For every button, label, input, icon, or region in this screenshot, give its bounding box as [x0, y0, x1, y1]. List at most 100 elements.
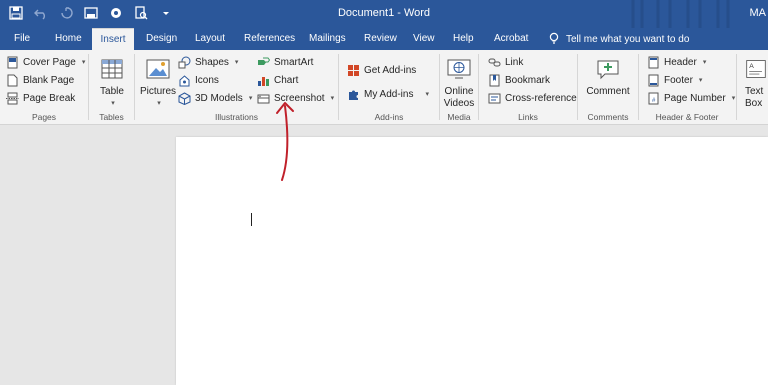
bookmark-button[interactable]: Bookmark	[488, 72, 550, 88]
text-box-label-line2: Box	[745, 98, 763, 109]
annotation-arrow	[276, 102, 294, 181]
screenshot-icon	[257, 92, 270, 105]
my-addins-label: My Add-ins	[364, 88, 414, 100]
tab-home[interactable]: Home	[55, 28, 82, 50]
bookmark-icon	[488, 74, 501, 87]
ribbon-insert: Cover Page ▾ Blank Page Page Break Pages …	[0, 50, 768, 125]
shapes-label: Shapes	[195, 56, 229, 68]
group-label-comments: Comments	[587, 112, 629, 122]
tab-mailings[interactable]: Mailings	[309, 28, 346, 50]
footer-label: Footer	[664, 74, 693, 86]
comment-icon	[595, 56, 621, 82]
tab-review[interactable]: Review	[364, 28, 397, 50]
comment-label: Comment	[586, 86, 630, 97]
get-addins-button[interactable]: Get Add-ins	[347, 62, 416, 78]
tell-me-search[interactable]: Tell me what you want to do	[548, 28, 689, 50]
title-bar-pattern	[631, 0, 730, 28]
user-initials[interactable]: MA	[750, 7, 767, 19]
group-comments: Comment Comments	[578, 52, 638, 124]
text-box-icon: A	[745, 56, 767, 82]
shapes-icon	[178, 56, 191, 69]
group-media: Online Videos Media	[440, 52, 478, 124]
chevron-down-icon: ▾	[248, 95, 253, 102]
3d-models-button[interactable]: 3D Models ▾	[178, 90, 252, 106]
footer-icon	[647, 74, 660, 87]
icons-icon	[178, 74, 191, 87]
chevron-down-icon: ▾	[698, 77, 703, 84]
group-addins: Get Add-ins My Add-ins ▾ Add-ins	[339, 52, 439, 124]
3d-models-label: 3D Models	[195, 92, 243, 104]
pictures-button[interactable]: Pictures ▾	[139, 56, 177, 110]
tab-help[interactable]: Help	[453, 28, 474, 50]
group-illustrations: Pictures ▾ Shapes ▾ Icons 3D Models ▾ Smar…	[135, 52, 338, 124]
ribbon-tabs: File Home Insert Design Layout Reference…	[0, 28, 768, 50]
my-addins-button[interactable]: My Add-ins ▾	[347, 86, 429, 102]
link-button[interactable]: Link	[488, 54, 523, 70]
tab-design[interactable]: Design	[146, 28, 177, 50]
online-videos-label-line1: Online	[444, 86, 474, 97]
chart-button[interactable]: Chart	[257, 72, 298, 88]
tab-acrobat[interactable]: Acrobat	[494, 28, 528, 50]
table-icon	[99, 56, 125, 82]
group-label-links: Links	[518, 112, 538, 122]
chevron-down-icon: ▾	[731, 95, 736, 102]
cube-icon	[178, 91, 191, 105]
lightbulb-icon	[548, 32, 560, 47]
smartart-icon	[257, 56, 270, 69]
group-label-addins: Add-ins	[374, 112, 404, 122]
chevron-down-icon: ▾	[111, 100, 115, 107]
group-links: Link Bookmark Cross-reference Links	[479, 52, 577, 124]
title-bar: Document1 - Word MA	[0, 0, 768, 28]
text-cursor	[251, 213, 252, 226]
comment-button[interactable]: Comment	[584, 56, 632, 98]
group-label-illustrations: Illustrations	[215, 112, 258, 122]
tell-me-label: Tell me what you want to do	[566, 33, 690, 45]
cover-page-label: Cover Page	[23, 56, 76, 68]
tab-insert[interactable]: Insert	[92, 28, 134, 50]
puzzle-icon	[347, 88, 360, 101]
chevron-down-icon: ▾	[157, 100, 161, 107]
cross-reference-label: Cross-reference	[505, 92, 577, 104]
page-number-label: Page Number	[664, 92, 726, 104]
document-page[interactable]	[176, 137, 768, 385]
group-label-header-footer: Header & Footer	[655, 112, 719, 122]
group-tables: Table ▾ Tables	[89, 52, 134, 124]
chevron-down-icon: ▾	[425, 91, 429, 98]
group-pages: Cover Page ▾ Blank Page Page Break Pages	[0, 52, 88, 124]
tab-file[interactable]: File	[14, 28, 30, 50]
tab-layout[interactable]: Layout	[195, 28, 225, 50]
tab-references[interactable]: References	[244, 28, 295, 50]
cross-reference-button[interactable]: Cross-reference	[488, 90, 577, 106]
table-button[interactable]: Table ▾	[95, 56, 129, 110]
online-videos-button[interactable]: Online Videos	[441, 56, 477, 110]
header-button[interactable]: Header ▾	[647, 54, 706, 70]
chart-icon	[257, 74, 270, 87]
tab-view[interactable]: View	[413, 28, 435, 50]
store-icon	[347, 64, 360, 77]
chevron-down-icon: ▾	[330, 95, 335, 102]
pictures-icon	[145, 56, 171, 82]
shapes-button[interactable]: Shapes ▾	[178, 54, 238, 70]
table-label: Table	[100, 86, 124, 97]
page-break-button[interactable]: Page Break	[6, 90, 75, 106]
pictures-label: Pictures	[139, 86, 177, 97]
header-label: Header	[664, 56, 697, 68]
group-label-pages: Pages	[31, 112, 57, 122]
cover-page-button[interactable]: Cover Page ▾	[6, 54, 85, 70]
online-videos-label-line2: Videos	[443, 98, 475, 109]
text-box-button[interactable]: A Text Box	[745, 56, 768, 110]
blank-page-button[interactable]: Blank Page	[6, 72, 74, 88]
bookmark-label: Bookmark	[505, 74, 551, 86]
link-label: Link	[505, 56, 524, 68]
page-number-button[interactable]: # Page Number ▾	[647, 90, 735, 106]
group-text: A Text Box	[737, 52, 768, 124]
chevron-down-icon: ▾	[702, 59, 707, 66]
smartart-button[interactable]: SmartArt	[257, 54, 313, 70]
text-box-label-line1: Text	[745, 86, 764, 97]
page-number-icon: #	[647, 92, 660, 105]
cover-page-icon	[6, 56, 19, 69]
icons-button[interactable]: Icons	[178, 72, 219, 88]
svg-text:A: A	[749, 63, 754, 70]
footer-button[interactable]: Footer ▾	[647, 72, 702, 88]
smartart-label: SmartArt	[274, 56, 314, 68]
